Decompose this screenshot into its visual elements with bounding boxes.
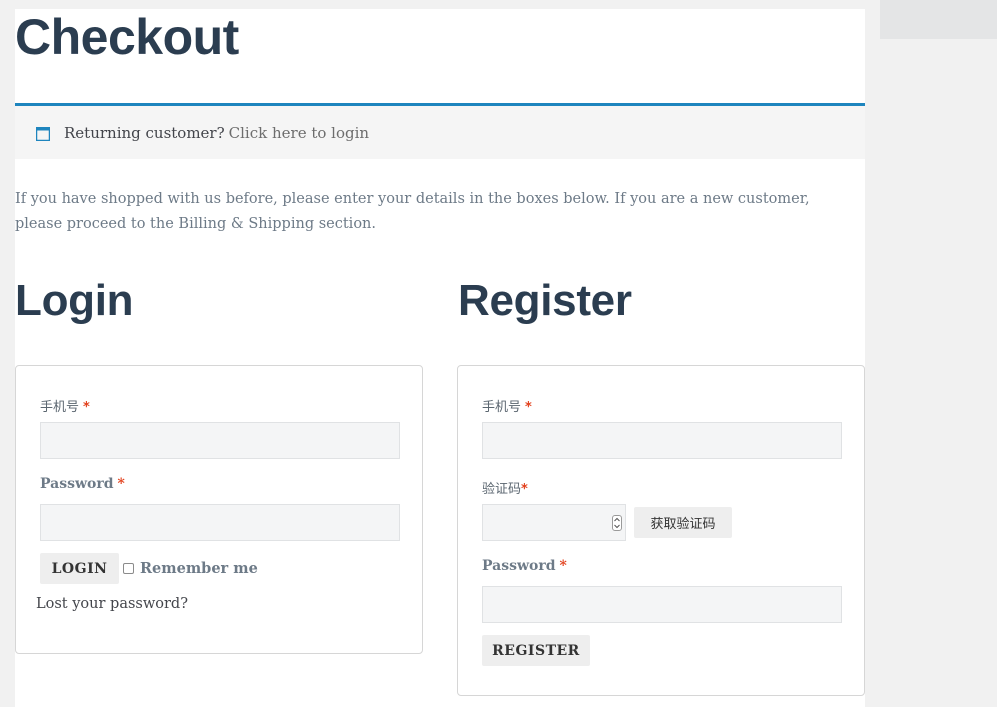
required-mark: * (83, 400, 90, 415)
register-code-label: 验证码* (482, 478, 528, 497)
required-mark: * (117, 476, 125, 492)
login-phone-label: 手机号 * (40, 396, 90, 415)
page-title: Checkout (15, 9, 239, 65)
register-button[interactable]: REGISTER (482, 635, 590, 666)
returning-customer-notice: Returning customer? Click here to login (15, 103, 865, 159)
remember-me: Remember me (123, 560, 258, 577)
checkout-content: Checkout Returning customer? Click here … (15, 9, 865, 707)
login-button[interactable]: LOGIN (40, 553, 119, 584)
register-phone-input[interactable] (482, 422, 842, 459)
register-form: 手机号 * 验证码* 获取验证码 Password * REGISTER (457, 365, 865, 696)
verification-code-input[interactable] (482, 504, 626, 541)
login-toggle-link[interactable]: Click here to login (229, 124, 369, 142)
login-phone-label-text: 手机号 (40, 400, 80, 415)
window-icon (35, 126, 51, 141)
intro-text: If you have shopped with us before, plea… (15, 191, 810, 232)
login-password-input[interactable] (40, 504, 400, 541)
login-heading: Login (15, 276, 134, 325)
login-phone-input[interactable] (40, 422, 400, 459)
register-code-label-text: 验证码 (482, 482, 522, 497)
number-spinner-icon[interactable] (612, 515, 622, 531)
login-password-label-text: Password (40, 476, 114, 492)
register-password-input[interactable] (482, 586, 842, 623)
register-phone-label: 手机号 * (482, 396, 532, 415)
sidebar-widget (880, 0, 997, 39)
remember-me-label[interactable]: Remember me (140, 560, 258, 577)
register-phone-label-text: 手机号 (482, 400, 522, 415)
login-password-label: Password * (40, 476, 125, 492)
register-password-label-text: Password (482, 558, 556, 574)
required-mark: * (525, 400, 532, 415)
remember-me-checkbox[interactable] (123, 563, 134, 574)
register-password-label: Password * (482, 558, 567, 574)
get-code-button[interactable]: 获取验证码 (634, 507, 732, 538)
lost-password-link[interactable]: Lost your password? (36, 596, 188, 612)
required-mark: * (521, 482, 528, 497)
register-heading: Register (458, 276, 632, 325)
returning-customer-text: Returning customer? (64, 123, 225, 142)
login-form: 手机号 * Password * LOGIN Remember me Lost yo… (15, 365, 423, 654)
required-mark: * (559, 558, 567, 574)
